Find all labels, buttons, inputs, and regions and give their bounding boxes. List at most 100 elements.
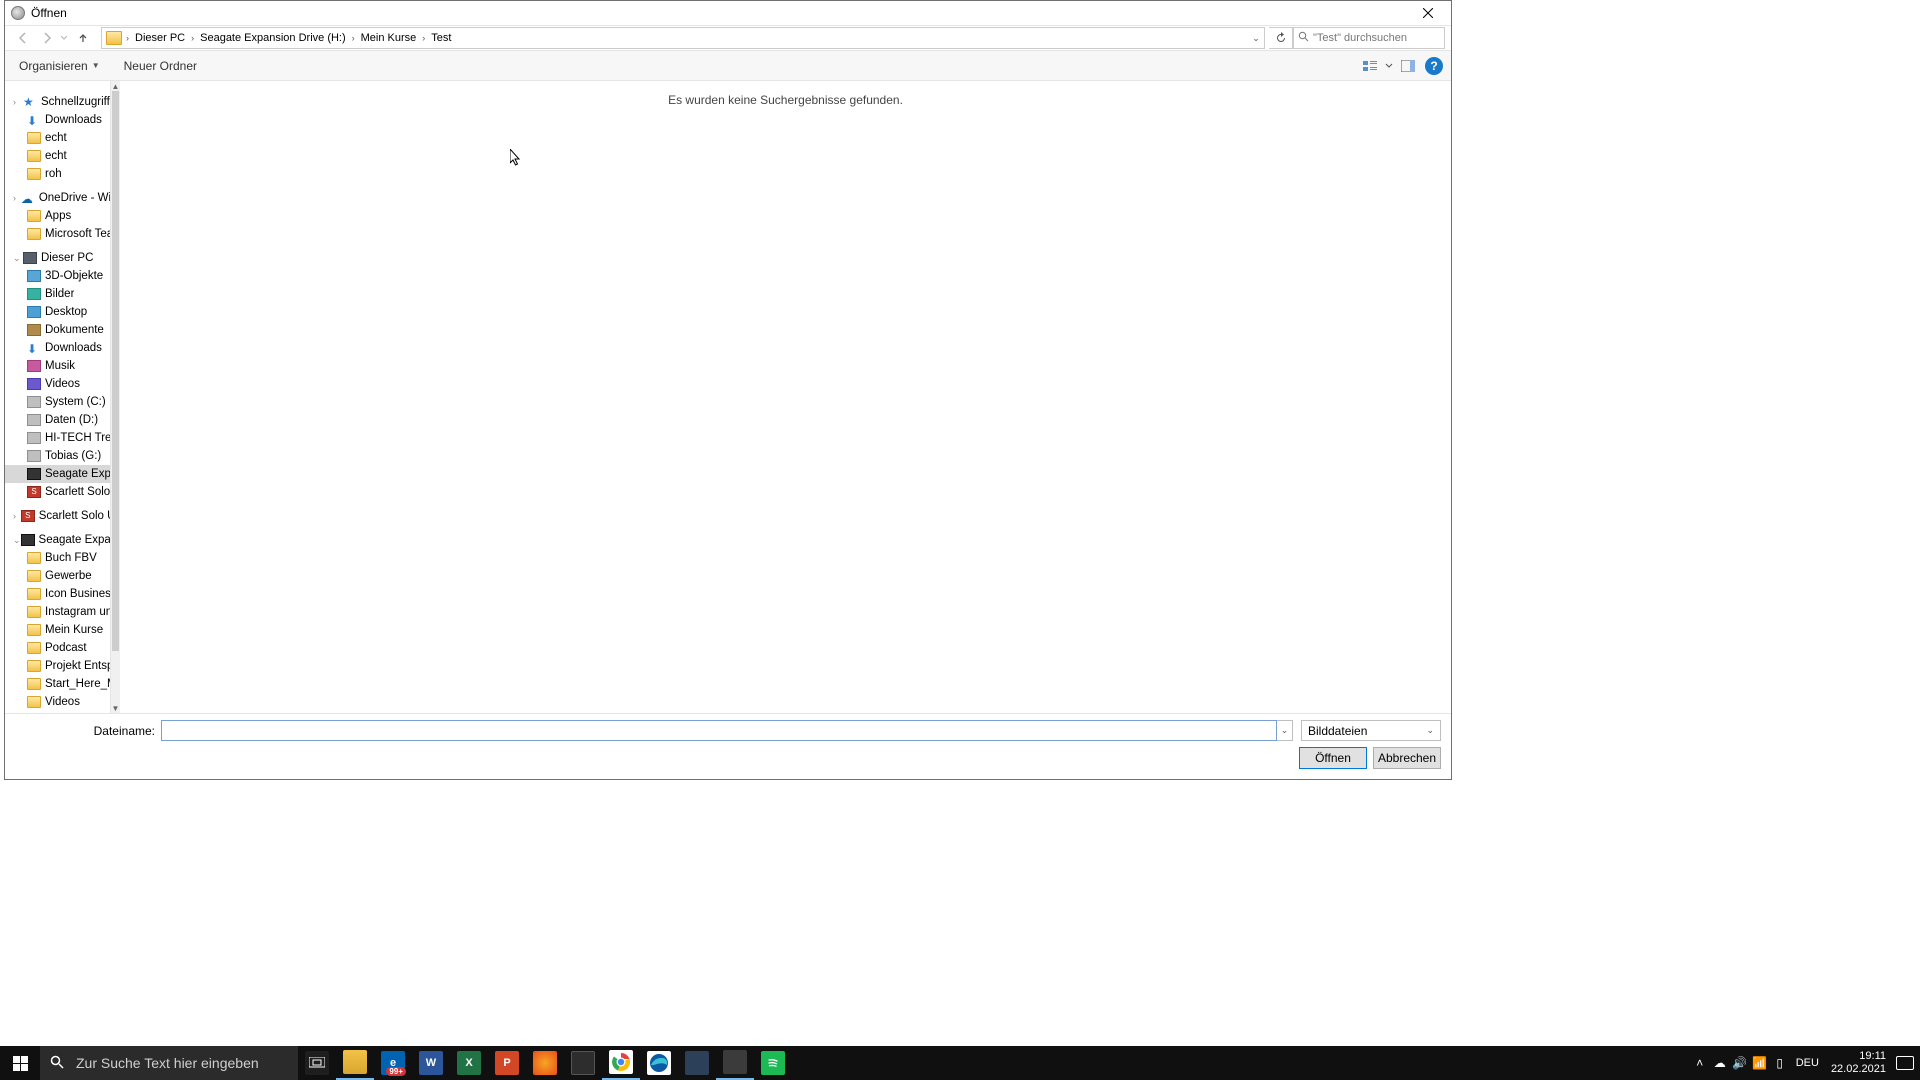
taskbar-app-word[interactable]: W xyxy=(412,1046,450,1080)
tree-item-drive[interactable]: ⌄Seagate Expansion xyxy=(5,531,110,549)
cancel-button[interactable]: Abbrechen xyxy=(1373,747,1441,769)
back-button[interactable] xyxy=(11,27,35,49)
scroll-up-icon[interactable]: ▲ xyxy=(111,81,120,91)
tray-network-icon[interactable]: 📶 xyxy=(1750,1056,1770,1070)
tree-item-onedrive[interactable]: ›☁OneDrive - Wirtsc xyxy=(5,189,110,207)
tree-item-pictures[interactable]: Bilder xyxy=(5,285,110,303)
spotify-icon xyxy=(761,1051,785,1075)
taskbar-app-edge[interactable] xyxy=(640,1046,678,1080)
filename-input[interactable] xyxy=(161,720,1277,741)
action-center-button[interactable] xyxy=(1896,1056,1914,1070)
drive-icon: S xyxy=(21,510,35,522)
scroll-down-icon[interactable]: ▼ xyxy=(111,703,120,713)
breadcrumb-segment[interactable]: Test xyxy=(425,28,457,48)
tray-language[interactable]: DEU xyxy=(1796,1057,1819,1069)
drive-icon xyxy=(27,414,41,426)
tree-scrollbar[interactable]: ▲ ▼ xyxy=(110,81,120,713)
preview-pane-button[interactable] xyxy=(1397,55,1419,77)
tray-battery-icon[interactable]: ▯ xyxy=(1770,1056,1790,1070)
forward-button[interactable] xyxy=(35,27,59,49)
taskbar-app-obs[interactable] xyxy=(564,1046,602,1080)
tree-item-folder[interactable]: echt xyxy=(5,129,110,147)
tree-item-folder[interactable]: YT xyxy=(5,711,110,713)
tree-item-desktop[interactable]: Desktop xyxy=(5,303,110,321)
tray-overflow-button[interactable]: ˄ xyxy=(1690,1056,1710,1070)
tree-item-folder[interactable]: Instagram und T xyxy=(5,603,110,621)
download-icon: ⬇ xyxy=(27,114,41,126)
tree-item-folder[interactable]: Projekt Entspann xyxy=(5,657,110,675)
tree-item-folder[interactable]: roh xyxy=(5,165,110,183)
tree-item-this-pc[interactable]: ⌄Dieser PC xyxy=(5,249,110,267)
tree-item-drive[interactable]: SScarlett Solo USB xyxy=(5,483,110,501)
brave-icon xyxy=(533,1051,557,1075)
recent-locations-button[interactable] xyxy=(59,27,69,49)
tree-item-drive[interactable]: ›SScarlett Solo USB xyxy=(5,507,110,525)
tree-item-documents[interactable]: Dokumente xyxy=(5,321,110,339)
taskbar-app-powerpoint[interactable]: P xyxy=(488,1046,526,1080)
tray-volume-icon[interactable]: 🔊 xyxy=(1730,1056,1750,1070)
refresh-button[interactable] xyxy=(1269,27,1293,49)
tree-item-folder[interactable]: Apps xyxy=(5,207,110,225)
taskbar-search[interactable]: Zur Suche Text hier eingeben xyxy=(40,1046,298,1080)
tree-item-drive[interactable]: Tobias (G:) xyxy=(5,447,110,465)
breadcrumb-segment[interactable]: Seagate Expansion Drive (H:) xyxy=(194,28,352,48)
edge-icon xyxy=(647,1051,671,1075)
search-icon xyxy=(50,1055,64,1072)
help-button[interactable]: ? xyxy=(1425,57,1443,75)
filename-dropdown[interactable]: ⌄ xyxy=(1277,720,1293,741)
new-folder-button[interactable]: Neuer Ordner xyxy=(114,57,207,75)
taskbar-app-spotify[interactable] xyxy=(754,1046,792,1080)
start-button[interactable] xyxy=(0,1046,40,1080)
breadcrumb-segment[interactable]: Dieser PC xyxy=(129,28,191,48)
arrow-up-icon xyxy=(76,31,90,45)
taskbar-app-brave[interactable] xyxy=(526,1046,564,1080)
search-input[interactable]: "Test" durchsuchen xyxy=(1293,27,1445,49)
tree-item-folder[interactable]: Podcast xyxy=(5,639,110,657)
tree-item-3d-objects[interactable]: 3D-Objekte xyxy=(5,267,110,285)
tree-item-drive-selected[interactable]: Seagate Expansi xyxy=(5,465,110,483)
tray-cloud-icon[interactable]: ☁ xyxy=(1710,1056,1730,1070)
search-icon xyxy=(1298,31,1309,45)
taskbar-app-chrome[interactable] xyxy=(602,1046,640,1080)
tree-item-folder[interactable]: Icon Business xyxy=(5,585,110,603)
tray-clock[interactable]: 19:11 22.02.2021 xyxy=(1831,1050,1886,1075)
open-button[interactable]: Öffnen xyxy=(1299,747,1367,769)
address-bar[interactable]: › Dieser PC › Seagate Expansion Drive (H… xyxy=(101,27,1265,49)
taskbar-app-excel[interactable]: X xyxy=(450,1046,488,1080)
view-mode-button[interactable] xyxy=(1359,55,1381,77)
task-view-button[interactable] xyxy=(298,1046,336,1080)
tree-item-drive[interactable]: HI-TECH Treiber xyxy=(5,429,110,447)
breadcrumb-segment[interactable]: Mein Kurse xyxy=(355,28,423,48)
tree-item-folder[interactable]: Buch FBV xyxy=(5,549,110,567)
address-dropdown[interactable]: ⌄ xyxy=(1248,33,1264,44)
tree-item-drive[interactable]: Daten (D:) xyxy=(5,411,110,429)
up-button[interactable] xyxy=(71,27,95,49)
tree-item-drive[interactable]: System (C:) xyxy=(5,393,110,411)
tree-item-folder[interactable]: Mein Kurse xyxy=(5,621,110,639)
tree-item-music[interactable]: Musik xyxy=(5,357,110,375)
app-icon xyxy=(11,6,25,20)
taskbar-app-generic[interactable] xyxy=(716,1046,754,1080)
tree-item-videos[interactable]: Videos xyxy=(5,375,110,393)
taskbar-app-explorer[interactable] xyxy=(336,1046,374,1080)
tree-item-folder[interactable]: Start_Here_Mac. xyxy=(5,675,110,693)
tree-item-folder[interactable]: echt xyxy=(5,147,110,165)
file-list-area[interactable]: Es wurden keine Suchergebnisse gefunden. xyxy=(120,81,1451,713)
tree-item-downloads[interactable]: ⬇Downloads xyxy=(5,339,110,357)
scroll-thumb[interactable] xyxy=(112,91,119,651)
taskbar-app-generic[interactable] xyxy=(678,1046,716,1080)
filetype-select[interactable]: Bilddateien ⌄ xyxy=(1301,720,1441,741)
navigation-bar: › Dieser PC › Seagate Expansion Drive (H… xyxy=(5,25,1451,51)
view-mode-dropdown[interactable] xyxy=(1383,55,1395,77)
organize-button[interactable]: Organisieren ▼ xyxy=(13,57,106,75)
taskbar-app-edge-legacy[interactable]: e99+ xyxy=(374,1046,412,1080)
search-placeholder: "Test" durchsuchen xyxy=(1313,32,1407,44)
chevron-down-icon: ⌄ xyxy=(1426,725,1434,736)
tree-item-folder[interactable]: Microsoft Teams xyxy=(5,225,110,243)
tree-item-quick-access[interactable]: ›★Schnellzugriff xyxy=(5,93,110,111)
tree-item-folder[interactable]: Videos xyxy=(5,693,110,711)
close-button[interactable] xyxy=(1405,1,1451,25)
tree-item-downloads[interactable]: ⬇Downloads xyxy=(5,111,110,129)
tree-item-folder[interactable]: Gewerbe xyxy=(5,567,110,585)
dialog-bottom-panel: Dateiname: ⌄ Bilddateien ⌄ Öffnen Abbrec… xyxy=(5,713,1451,779)
